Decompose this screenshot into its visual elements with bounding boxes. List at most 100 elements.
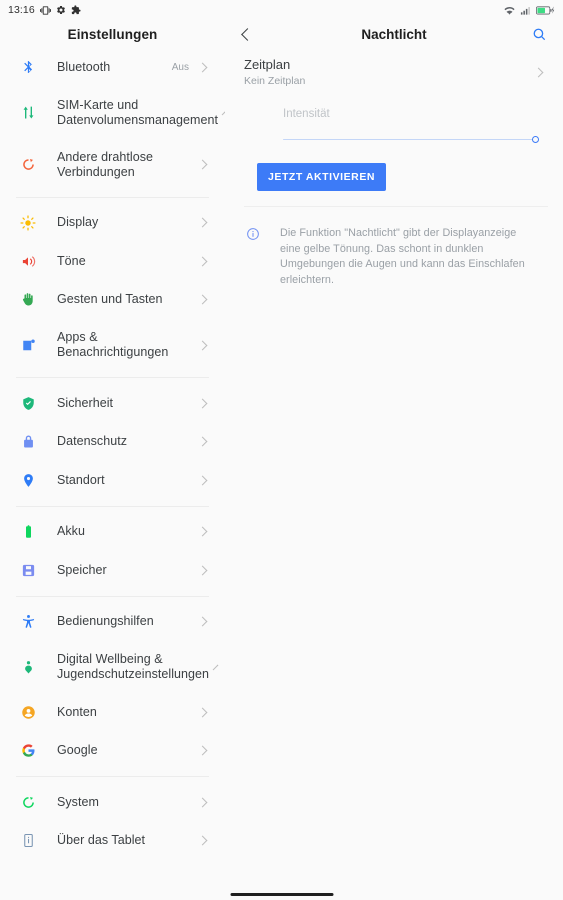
settings-sidebar: Einstellungen Bluetooth Aus SIM-Karte un… [0,20,225,900]
sidebar-item-storage[interactable]: Speicher [0,551,225,590]
settings-list: Bluetooth Aus SIM-Karte und Datenvolumen… [0,48,225,860]
slider-thumb[interactable] [532,136,539,143]
sidebar-item-about-tablet[interactable]: Über das Tablet [0,822,225,861]
chevron-right-icon [197,745,208,756]
extension-icon [71,5,81,15]
sidebar-item-label: Bluetooth [57,59,111,74]
battery-charging-icon [536,5,555,16]
sidebar-item-label: Display [57,215,99,230]
chevron-right-icon [197,707,208,718]
slider-track [283,139,537,141]
activate-section: JETZT AKTIVIEREN [225,146,563,191]
account-circle-icon [17,705,39,720]
sidebar-item-label: Standort [57,472,105,487]
sidebar-item-accessibility[interactable]: Bedienungshilfen [0,603,225,642]
volume-icon [17,254,39,269]
sidebar-item-label: Über das Tablet [57,833,146,848]
chevron-right-icon [197,797,208,808]
sidebar-item-location[interactable]: Standort [0,461,225,500]
intensity-label: Intensität [283,108,330,120]
intensity-section: Intensität [225,97,563,146]
sidebar-item-sounds[interactable]: Töne [0,242,225,281]
chevron-right-icon [197,616,208,627]
schedule-texts: Zeitplan Kein Zeitplan [244,57,535,88]
navigation-bar [0,886,563,900]
chevron-right-icon [197,475,208,486]
sidebar-item-security[interactable]: Sicherheit [0,384,225,423]
sidebar-item-label: Töne [57,253,86,268]
schedule-subtitle: Kein Zeitplan [244,75,306,87]
detail-header: Nachtlicht [225,20,563,48]
sim-data-icon [17,105,39,120]
brightness-icon [17,215,39,231]
chevron-right-icon [197,340,208,350]
detail-title: Nachtlicht [361,26,427,42]
chevron-right-icon [197,526,208,537]
sidebar-item-label: Sicherheit [57,395,114,410]
sidebar-item-bluetooth[interactable]: Bluetooth Aus [0,48,225,87]
wifi-icon [504,5,515,16]
sidebar-item-label: Konten [57,704,97,719]
chevron-right-icon [197,217,208,228]
battery-icon [17,524,39,539]
chevron-right-icon [197,62,208,73]
chevron-right-icon [197,398,208,409]
chevron-right-icon [197,294,208,305]
sidebar-item-value: Aus [171,61,189,73]
chevron-right-icon [197,436,208,447]
sidebar-item-label: Apps & Benachrichtigungen [57,330,169,359]
sidebar-item-accounts[interactable]: Konten [0,693,225,732]
shield-check-icon [17,396,39,411]
sidebar-item-label: Google [57,743,98,758]
sidebar-item-apps-notifications[interactable]: Apps & Benachrichtigungen [0,319,225,371]
cellular-signal-icon [520,5,531,16]
list-divider [16,776,209,777]
search-icon[interactable] [532,27,547,42]
sidebar-item-google[interactable]: Google [0,732,225,771]
sidebar-item-label: Bedienungshilfen [57,614,154,629]
sidebar-item-label: Digital Wellbeing & Jugendschutzeinstell… [57,652,210,681]
bluetooth-icon [17,60,39,75]
sidebar-item-system[interactable]: System [0,783,225,822]
sidebar-item-other-wireless[interactable]: Andere drahtlose Verbindungen [0,139,225,191]
chevron-right-icon [197,159,208,170]
sidebar-item-privacy[interactable]: Datenschutz [0,423,225,462]
sidebar-item-label: Gesten und Tasten [57,292,163,307]
list-divider [16,196,209,198]
sidebar-item-digital-wellbeing[interactable]: Digital Wellbeing & Jugendschutzeinstell… [0,641,225,693]
info-text: Die Funktion "Nachtlicht" gibt der Displ… [280,227,525,286]
activate-now-button[interactable]: JETZT AKTIVIEREN [257,163,387,191]
home-gesture-pill[interactable] [230,892,333,896]
google-g-icon [17,743,39,758]
status-bar-left: 13:16 [8,4,81,16]
sidebar-item-label: System [57,794,99,809]
sidebar-item-label: Akku [57,524,85,539]
sidebar-item-label: Andere drahtlose Verbindungen [57,149,154,179]
list-divider [16,377,209,378]
chevron-right-icon [533,67,544,78]
schedule-title: Zeitplan [244,57,291,72]
intensity-slider[interactable] [283,134,539,146]
sidebar-item-battery[interactable]: Akku [0,513,225,552]
chevron-right-icon [197,565,208,576]
schedule-row[interactable]: Zeitplan Kein Zeitplan [225,48,563,97]
sidebar-item-label: Speicher [57,562,107,577]
sidebar-item-sim-data[interactable]: SIM-Karte und Datenvolumensmanagement [0,87,225,139]
accessibility-icon [17,614,39,629]
chevron-right-icon [197,256,208,267]
tablet-info-icon [17,833,39,848]
chevron-right-icon [197,835,208,846]
hand-gesture-icon [17,292,39,307]
sidebar-item-label: SIM-Karte und Datenvolumensmanagement [57,97,218,127]
storage-disk-icon [17,563,39,578]
sidebar-item-display[interactable]: Display [0,204,225,243]
info-section: Die Funktion "Nachtlicht" gibt der Displ… [225,207,563,288]
lock-icon [17,434,39,449]
sidebar-item-gestures[interactable]: Gesten und Tasten [0,281,225,320]
back-chevron-icon[interactable] [241,27,254,41]
info-circle-icon [246,227,262,288]
location-pin-icon [17,473,39,488]
sidebar-item-label: Datenschutz [57,434,128,449]
gear-icon [56,5,66,15]
detail-pane: Nachtlicht Zeitplan Kein Zeitplan Intens… [225,20,563,900]
